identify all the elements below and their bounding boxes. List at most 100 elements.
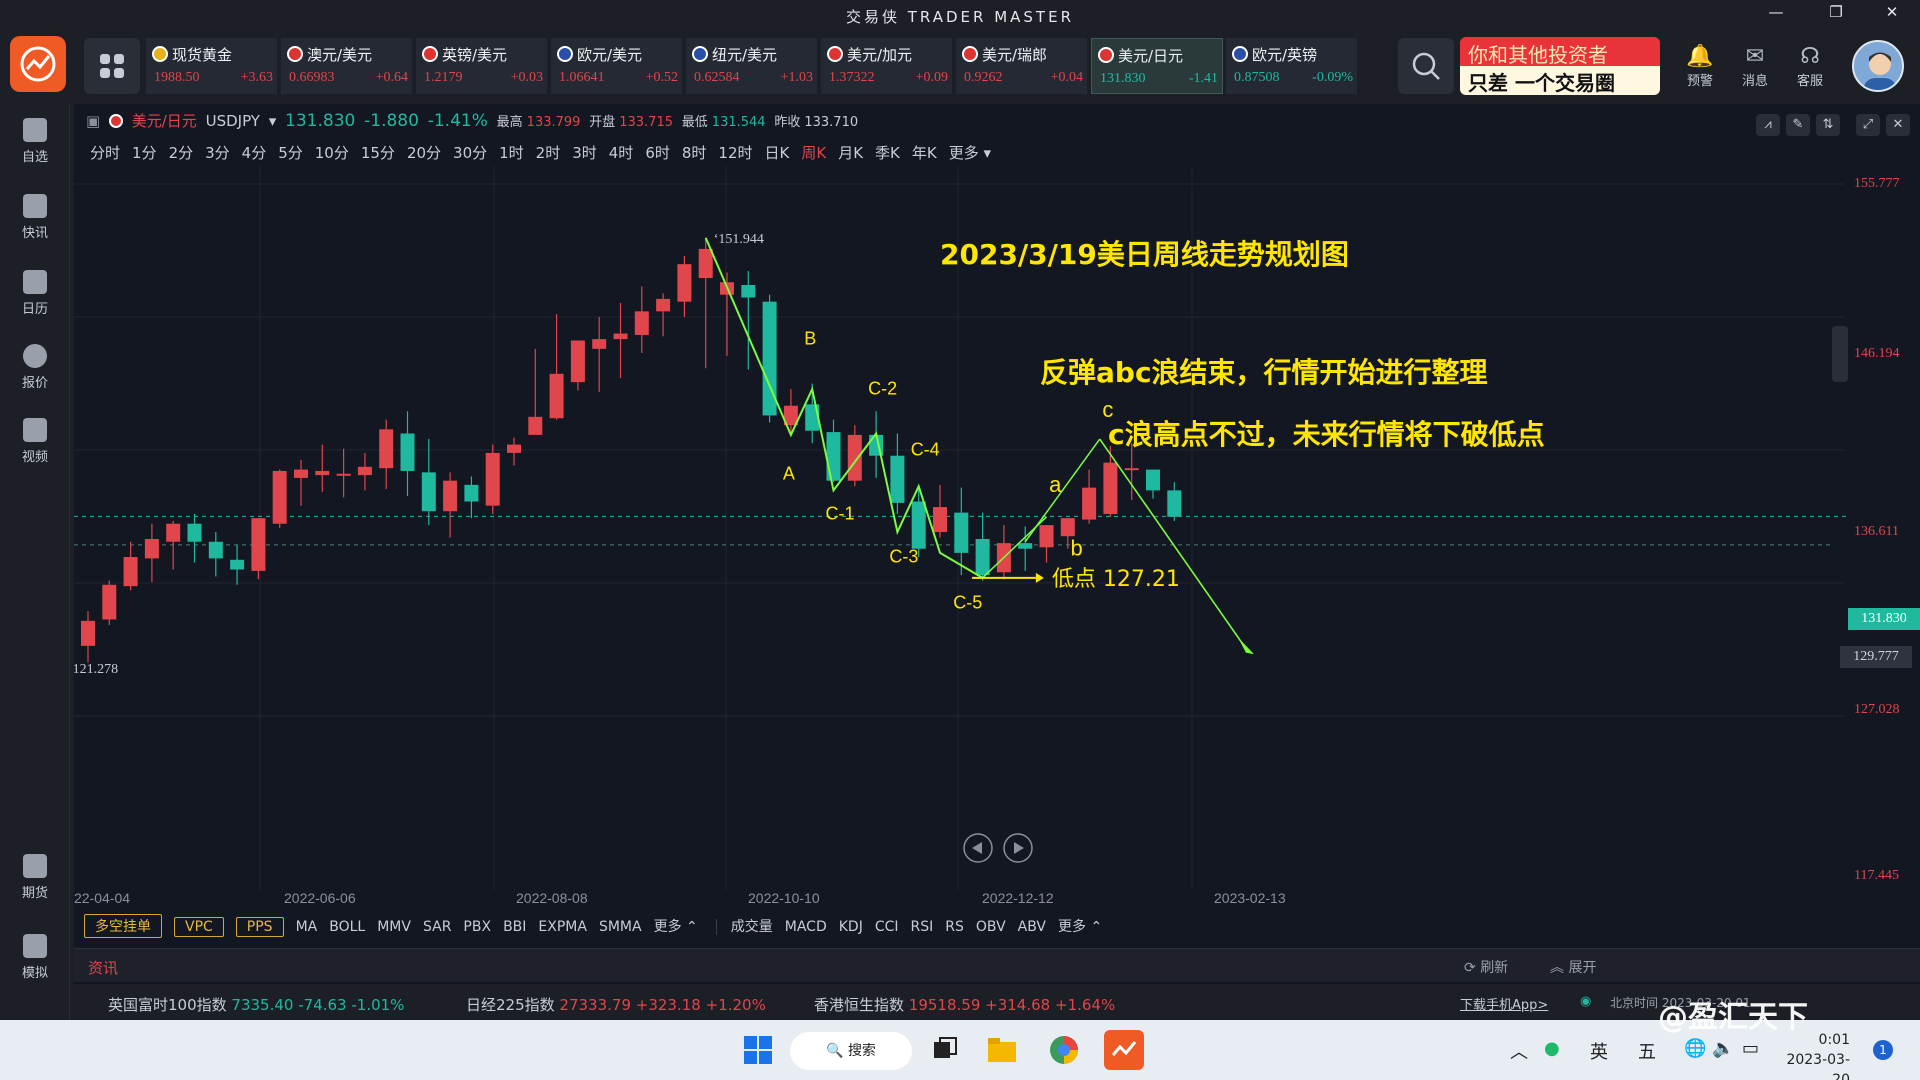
- index-item[interactable]: 日经225指数 27333.79 +323.18 +1.20%: [466, 994, 766, 1015]
- ticker-item[interactable]: 欧元/美元 1.06641 +0.52: [551, 38, 683, 94]
- sidebar-item-simulation[interactable]: 模拟: [0, 934, 70, 981]
- timeframe-15[interactable]: 8时: [682, 144, 707, 162]
- timeframe-11[interactable]: 2时: [536, 144, 561, 162]
- ticker-item[interactable]: 纽元/美元 0.62584 +1.03: [686, 38, 818, 94]
- timeframe-8[interactable]: 20分: [407, 144, 441, 162]
- indicator-tag-0[interactable]: 多空挂单: [84, 914, 162, 938]
- sidebar-item-calendar[interactable]: 日历: [0, 270, 70, 317]
- timeframe-6[interactable]: 10分: [315, 144, 349, 162]
- maximize-button[interactable]: ❐: [1816, 3, 1856, 21]
- ticker-item[interactable]: 美元/加元 1.37322 +0.09: [821, 38, 953, 94]
- ticker-item[interactable]: 现货黄金 1988.50 +3.63: [146, 38, 278, 94]
- sub-indicator-5[interactable]: RS: [945, 919, 964, 935]
- main-indicator-2[interactable]: MMV: [377, 919, 411, 935]
- expand-button[interactable]: ︽ 展开: [1550, 957, 1596, 977]
- timeframe-9[interactable]: 30分: [453, 144, 487, 162]
- sidebar-item-watchlist[interactable]: 自选: [0, 118, 70, 165]
- fullscreen-toggle-icon[interactable]: ▣: [86, 112, 100, 130]
- main-indicator-4[interactable]: PBX: [463, 919, 491, 935]
- symbol-code[interactable]: USDJPY: [206, 112, 260, 130]
- ticker-item[interactable]: 美元/瑞郎 0.9262 +0.04: [956, 38, 1088, 94]
- sidebar-item-video[interactable]: 视频: [0, 418, 70, 465]
- promo-banner[interactable]: 你和其他投资者 只差 一个交易圈: [1460, 37, 1660, 95]
- message-button[interactable]: ✉ 消息: [1730, 44, 1780, 89]
- timeframe-19[interactable]: 月K: [838, 144, 863, 162]
- timeframe-1[interactable]: 1分: [132, 144, 157, 162]
- sidebar-item-flash-news[interactable]: 快讯: [0, 194, 70, 241]
- ime-mode[interactable]: 五: [1638, 1038, 1656, 1064]
- main-indicator-1[interactable]: BOLL: [329, 919, 365, 935]
- avatar[interactable]: [1852, 40, 1904, 92]
- ticker-item[interactable]: 澳元/美元 0.66983 +0.64: [281, 38, 413, 94]
- indicator-tag-2[interactable]: PPS: [235, 917, 284, 937]
- timeframe-3[interactable]: 3分: [205, 144, 230, 162]
- timeframe-22[interactable]: 更多 ▾: [949, 144, 991, 162]
- sub-indicator-4[interactable]: RSI: [911, 919, 934, 935]
- wechat-icon[interactable]: ●: [1544, 1038, 1560, 1059]
- ticker-item[interactable]: 欧元/英镑 0.87508 -0.09%: [1226, 38, 1358, 94]
- draw-tool-icon[interactable]: ✎: [1786, 114, 1810, 136]
- search-icon[interactable]: [1398, 38, 1454, 94]
- task-view-icon[interactable]: [924, 1030, 964, 1070]
- notification-badge[interactable]: 1: [1873, 1040, 1893, 1060]
- timeframe-14[interactable]: 6时: [645, 144, 670, 162]
- ticker-item[interactable]: 英镑/美元 1.2179 +0.03: [416, 38, 548, 94]
- compare-icon[interactable]: ⇅: [1816, 114, 1840, 136]
- sub-indicator-3[interactable]: CCI: [875, 919, 899, 935]
- alert-button[interactable]: 🔔 预警: [1675, 44, 1725, 89]
- refresh-button[interactable]: ⟳ 刷新: [1464, 957, 1508, 977]
- sub-indicator-6[interactable]: OBV: [976, 919, 1006, 935]
- timeframe-10[interactable]: 1时: [499, 144, 524, 162]
- main-indicator-0[interactable]: MA: [296, 919, 318, 935]
- news-title[interactable]: 资讯: [88, 957, 118, 978]
- timeframe-2[interactable]: 2分: [169, 144, 194, 162]
- timeframe-5[interactable]: 5分: [278, 144, 303, 162]
- sub-indicator-0[interactable]: 成交量: [731, 919, 773, 935]
- chevron-up-icon[interactable]: ︿: [1510, 1038, 1528, 1064]
- sub-indicator-2[interactable]: KDJ: [839, 919, 863, 935]
- index-item[interactable]: 香港恒生指数 19518.59 +314.68 +1.64%: [814, 994, 1115, 1015]
- candlestick-chart[interactable]: ‘151.944‘121.278ABC-1C-2C-3C-4C-5abc低点 1…: [74, 166, 1848, 890]
- ticker-item-active[interactable]: 美元/日元 131.830 -1.41: [1091, 38, 1223, 94]
- trader-app-icon[interactable]: [1104, 1030, 1144, 1070]
- windows-start-icon[interactable]: [738, 1030, 778, 1070]
- sub-indicator-8[interactable]: 更多 ⌃: [1058, 919, 1102, 935]
- close-button[interactable]: ✕: [1872, 3, 1912, 21]
- chevron-down-icon[interactable]: ▾: [269, 112, 277, 130]
- timeframe-16[interactable]: 12时: [718, 144, 752, 162]
- indicator-settings-icon[interactable]: ⩘: [1756, 114, 1780, 136]
- timeframe-21[interactable]: 年K: [912, 144, 937, 162]
- main-indicator-8[interactable]: 更多 ⌃: [654, 919, 698, 935]
- battery-icon[interactable]: ▭: [1742, 1038, 1759, 1059]
- sidebar-item-futures[interactable]: 期货: [0, 854, 70, 901]
- timeframe-4[interactable]: 4分: [242, 144, 267, 162]
- timeframe-13[interactable]: 4时: [609, 144, 634, 162]
- download-app-link[interactable]: 下载手机App>: [1460, 994, 1548, 1013]
- main-indicator-6[interactable]: EXPMA: [538, 919, 587, 935]
- file-explorer-icon[interactable]: [982, 1030, 1022, 1070]
- indicator-tag-1[interactable]: VPC: [174, 917, 224, 937]
- sub-indicator-1[interactable]: MACD: [785, 919, 827, 935]
- minimize-button[interactable]: —: [1756, 3, 1796, 21]
- app-logo-icon[interactable]: [10, 36, 66, 92]
- main-indicator-3[interactable]: SAR: [423, 919, 451, 935]
- main-indicator-5[interactable]: BBI: [503, 919, 526, 935]
- timeframe-17[interactable]: 日K: [765, 144, 790, 162]
- speaker-icon[interactable]: 🔈: [1712, 1038, 1734, 1059]
- expand-icon[interactable]: ⤢: [1856, 114, 1880, 136]
- timeframe-0[interactable]: 分时: [90, 144, 120, 162]
- close-chart-icon[interactable]: ✕: [1886, 114, 1910, 136]
- system-clock[interactable]: 0:01 2023-03-20: [1780, 1030, 1850, 1080]
- timeframe-18[interactable]: 周K: [801, 144, 826, 162]
- timeframe-20[interactable]: 季K: [875, 144, 900, 162]
- taskbar-search[interactable]: 🔍 搜索: [790, 1032, 912, 1070]
- index-item[interactable]: 英国富时100指数 7335.40 -74.63 -1.01%: [108, 994, 404, 1015]
- browser-icon[interactable]: [1044, 1030, 1084, 1070]
- globe-icon[interactable]: 🌐: [1684, 1038, 1706, 1059]
- timeframe-7[interactable]: 15分: [361, 144, 395, 162]
- ime-language[interactable]: 英: [1590, 1038, 1608, 1064]
- sub-indicator-7[interactable]: ABV: [1018, 919, 1046, 935]
- main-indicator-7[interactable]: SMMA: [599, 919, 642, 935]
- sidebar-item-quotes[interactable]: 报价: [0, 344, 70, 391]
- apps-grid-icon[interactable]: [84, 38, 140, 94]
